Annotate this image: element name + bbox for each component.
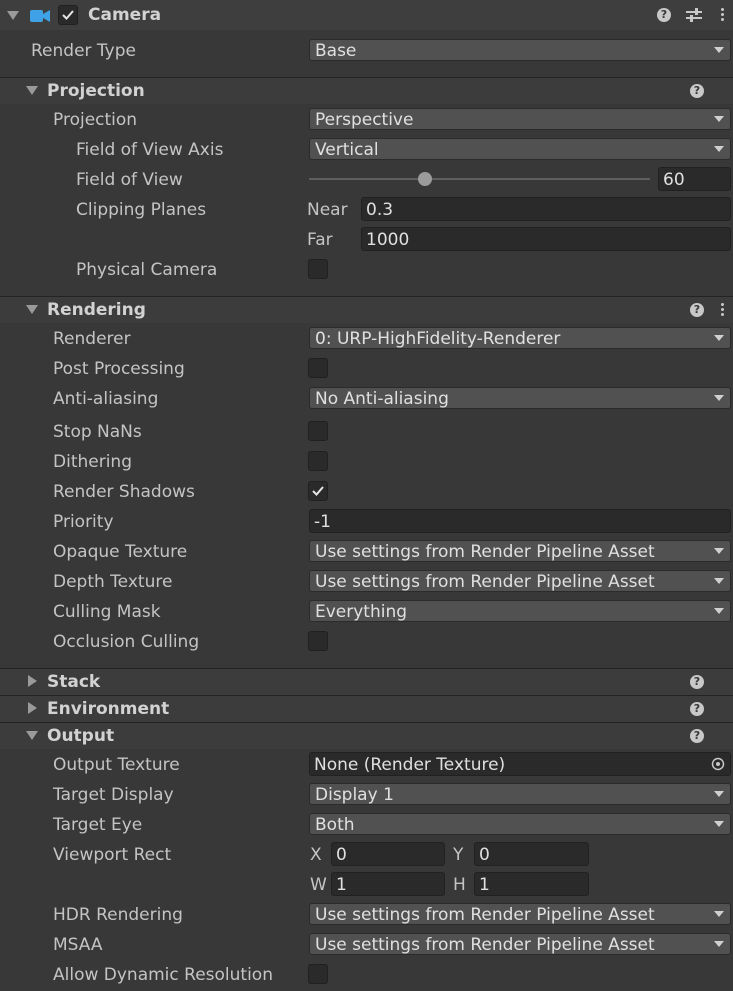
output-texture-field[interactable]: None (Render Texture): [309, 752, 731, 776]
dithering-label: Dithering: [53, 452, 132, 472]
priority-label: Priority: [53, 512, 114, 532]
rendering-menu-icon[interactable]: [721, 303, 725, 318]
fov-axis-label: Field of View Axis: [76, 140, 224, 160]
output-foldout-icon[interactable]: [26, 731, 38, 740]
far-label: Far: [307, 230, 333, 250]
msaa-label: MSAA: [53, 935, 103, 955]
fov-input[interactable]: 60: [658, 167, 731, 191]
stack-help-icon[interactable]: ?: [690, 675, 704, 689]
culling-mask-label: Culling Mask: [53, 602, 161, 622]
stop-nans-label: Stop NaNs: [53, 422, 142, 442]
viewport-x-label: X: [310, 845, 322, 865]
anti-aliasing-dropdown[interactable]: No Anti-aliasing: [309, 387, 731, 409]
stack-section-title: Stack: [47, 672, 101, 692]
post-processing-label: Post Processing: [53, 359, 185, 379]
viewport-h-label: H: [453, 875, 466, 895]
dynamic-resolution-checkbox[interactable]: [308, 964, 328, 984]
environment-help-icon[interactable]: ?: [690, 702, 704, 716]
renderer-label: Renderer: [53, 329, 131, 349]
environment-foldout-icon[interactable]: [28, 702, 37, 714]
viewport-w-label: W: [310, 875, 327, 895]
stack-foldout-icon[interactable]: [28, 675, 37, 687]
rendering-help-icon[interactable]: ?: [690, 303, 704, 317]
stop-nans-checkbox[interactable]: [308, 421, 328, 441]
projection-help-icon[interactable]: ?: [690, 84, 704, 98]
fov-label: Field of View: [76, 170, 183, 190]
opaque-texture-label: Opaque Texture: [53, 542, 188, 562]
priority-input[interactable]: -1: [309, 509, 731, 533]
dithering-checkbox[interactable]: [308, 451, 328, 471]
object-picker-icon[interactable]: [711, 757, 725, 771]
near-input[interactable]: 0.3: [361, 197, 731, 221]
render-shadows-label: Render Shadows: [53, 482, 195, 502]
component-foldout-icon[interactable]: [7, 11, 19, 20]
render-type-label: Render Type: [31, 41, 136, 61]
fov-slider-track[interactable]: [309, 178, 650, 180]
viewport-y-input[interactable]: 0: [474, 842, 589, 866]
depth-texture-dropdown[interactable]: Use settings from Render Pipeline Asset: [309, 570, 731, 592]
clipping-planes-label: Clipping Planes: [76, 200, 207, 220]
stack-section-header[interactable]: [0, 668, 733, 695]
near-label: Near: [307, 200, 348, 220]
viewport-w-input[interactable]: 1: [331, 872, 445, 896]
output-texture-label: Output Texture: [53, 755, 180, 775]
occlusion-culling-label: Occlusion Culling: [53, 632, 200, 652]
target-display-dropdown[interactable]: Display 1: [309, 783, 731, 805]
msaa-dropdown[interactable]: Use settings from Render Pipeline Asset: [309, 933, 731, 955]
anti-aliasing-label: Anti-aliasing: [53, 389, 159, 409]
component-title: Camera: [88, 5, 162, 25]
component-enabled-checkbox[interactable]: [58, 5, 78, 25]
fov-slider-thumb[interactable]: [417, 172, 432, 186]
rendering-foldout-icon[interactable]: [26, 305, 38, 314]
far-input[interactable]: 1000: [361, 227, 731, 251]
rendering-section-title: Rendering: [47, 300, 146, 320]
projection-foldout-icon[interactable]: [26, 86, 38, 95]
renderer-dropdown[interactable]: 0: URP-HighFidelity-Renderer: [309, 327, 731, 349]
output-section-title: Output: [47, 726, 115, 746]
target-eye-dropdown[interactable]: Both: [309, 813, 731, 835]
viewport-y-label: Y: [453, 845, 464, 865]
component-help-icon[interactable]: ?: [657, 8, 671, 22]
component-menu-icon[interactable]: [721, 8, 725, 23]
target-eye-label: Target Eye: [53, 815, 143, 835]
output-help-icon[interactable]: ?: [690, 729, 704, 743]
hdr-rendering-dropdown[interactable]: Use settings from Render Pipeline Asset: [309, 903, 731, 925]
camera-icon: [30, 10, 50, 22]
physical-camera-label: Physical Camera: [76, 260, 218, 280]
viewport-x-input[interactable]: 0: [331, 842, 445, 866]
occlusion-culling-checkbox[interactable]: [308, 631, 328, 651]
post-processing-checkbox[interactable]: [308, 358, 328, 378]
depth-texture-label: Depth Texture: [53, 572, 173, 592]
projection-label: Projection: [53, 110, 138, 130]
culling-mask-dropdown[interactable]: Everything: [309, 600, 731, 622]
presets-icon[interactable]: [685, 7, 703, 23]
physical-camera-checkbox[interactable]: [308, 259, 328, 279]
viewport-h-input[interactable]: 1: [474, 872, 589, 896]
projection-section-title: Projection: [47, 81, 145, 101]
fov-axis-dropdown[interactable]: Vertical: [309, 138, 731, 160]
render-shadows-checkbox[interactable]: [308, 481, 328, 501]
viewport-rect-label: Viewport Rect: [53, 845, 172, 865]
target-display-label: Target Display: [53, 785, 174, 805]
hdr-rendering-label: HDR Rendering: [53, 905, 183, 925]
opaque-texture-dropdown[interactable]: Use settings from Render Pipeline Asset: [309, 540, 731, 562]
environment-section-title: Environment: [47, 699, 170, 719]
projection-dropdown[interactable]: Perspective: [309, 108, 731, 130]
dynamic-resolution-label: Allow Dynamic Resolution: [53, 965, 273, 985]
render-type-dropdown[interactable]: Base: [309, 39, 731, 61]
